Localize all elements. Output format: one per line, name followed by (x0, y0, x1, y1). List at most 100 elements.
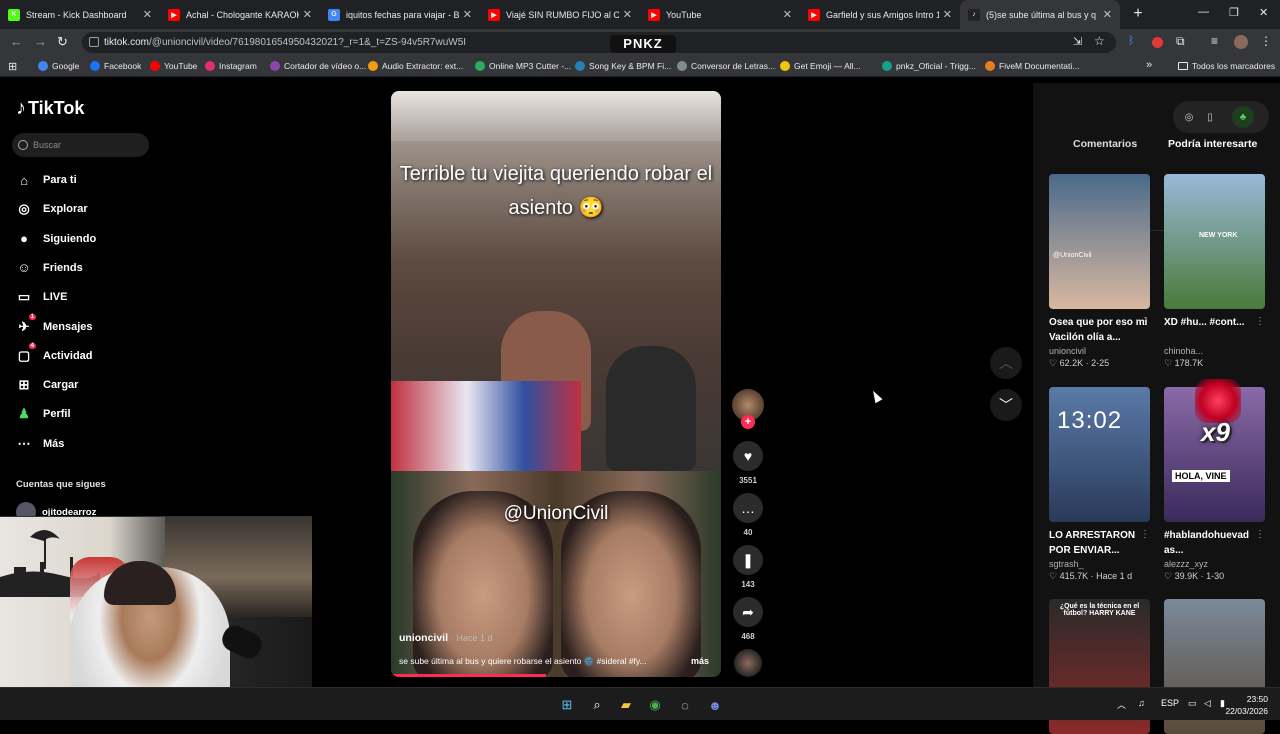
user-avatar-icon[interactable]: ♣ (1232, 106, 1254, 128)
minimize-icon[interactable]: — (1198, 6, 1209, 18)
battery-icon[interactable]: ▮ (1220, 698, 1225, 709)
share-icon[interactable]: ➦ (733, 597, 763, 627)
bookmark-item[interactable]: YouTube (150, 61, 197, 71)
video-thumbnail[interactable]: 13:02 (1049, 387, 1150, 522)
tab-close-icon[interactable]: ✕ (303, 8, 312, 21)
browser-menu-icon[interactable]: ⋮ (1260, 34, 1272, 48)
browser-tab[interactable]: ▶ YouTube ✕ (640, 0, 800, 29)
phone-icon[interactable]: ▯ (1200, 107, 1220, 127)
windows-start-icon[interactable]: ⊞ (558, 696, 576, 714)
tab-close-icon[interactable]: ✕ (1103, 8, 1112, 21)
nav-item-mensajes[interactable]: ✈ 1 Mensajes (16, 313, 93, 338)
new-tab-button[interactable]: + (1126, 2, 1150, 26)
video-author-name[interactable]: unioncivil (399, 632, 448, 644)
comment-action[interactable]: … 40 (733, 493, 763, 537)
card-menu-icon[interactable]: ⋮ (1140, 529, 1150, 540)
bookmarks-overflow-icon[interactable]: » (1146, 59, 1152, 71)
save-action[interactable]: ❚ 143 (733, 545, 763, 589)
sound-disc-icon[interactable] (734, 649, 762, 677)
extensions-icon[interactable]: ⧉ (1176, 34, 1185, 49)
nav-item-ms[interactable]: ⋯ Más (16, 433, 65, 455)
tray-overflow-icon[interactable]: ︿ (1117, 698, 1126, 711)
nav-item-actividad[interactable]: ▢ 4 Actividad (16, 342, 93, 367)
obs-icon[interactable]: ◌ (676, 696, 694, 714)
video-author[interactable]: unioncivil · Hace 1 d (399, 632, 492, 644)
media-controls-icon[interactable]: ≡ (1211, 34, 1218, 48)
maximize-icon[interactable]: ❐ (1229, 6, 1239, 19)
reload-icon[interactable]: ↻ (57, 34, 68, 50)
nav-item-explorar[interactable]: ◎ Explorar (16, 198, 87, 220)
site-info-icon[interactable] (89, 37, 99, 47)
bookmark-item[interactable]: Get Emoji — All... (780, 61, 861, 71)
tab-close-icon[interactable]: ✕ (943, 8, 952, 21)
bookmark-item[interactable]: Instagram (205, 61, 257, 71)
install-app-icon[interactable]: ⇲ (1073, 35, 1082, 48)
bookmark-item[interactable]: Facebook (90, 61, 141, 71)
extension-bluetooth-icon[interactable]: ᛒ (1128, 35, 1135, 47)
bookmark-item[interactable]: FiveM Documentati... (985, 61, 1079, 71)
browser-tab[interactable]: K Stream - Kick Dashboard ✕ (0, 0, 160, 29)
chrome-icon[interactable]: ◉ (646, 696, 664, 714)
share-action[interactable]: ➦ 468 (733, 597, 763, 641)
forward-icon[interactable]: → (34, 34, 47, 49)
nav-item-para-ti[interactable]: ⌂ Para ti (16, 169, 77, 191)
tiktok-logo[interactable]: ♪ TikTok (16, 97, 84, 120)
recommended-video-card[interactable]: @UnionCivil Osea que por eso mi Vacilón o… (1049, 174, 1150, 369)
bookmark-item[interactable]: Online MP3 Cutter -... (475, 61, 571, 71)
follow-plus-button[interactable]: + (741, 415, 755, 429)
extension-record-icon[interactable] (1152, 37, 1163, 48)
volume-icon[interactable]: ◁ (1204, 698, 1211, 709)
all-bookmarks-folder[interactable]: Todos los marcadores (1178, 61, 1275, 71)
file-explorer-icon[interactable]: ▰ (617, 696, 635, 714)
browser-tab[interactable]: ▶ Viajé SIN RUMBO FIJO al Cora ✕ (480, 0, 640, 29)
tab-close-icon[interactable]: ✕ (783, 8, 792, 21)
browser-tab[interactable]: ▶ Achal - Chologante KARAOKE (✕ (160, 0, 320, 29)
video-author[interactable]: chinoha... (1164, 346, 1265, 356)
video-thumbnail[interactable]: NEW YORK (1164, 174, 1265, 309)
bookmark-item[interactable]: Google (38, 61, 79, 71)
network-icon[interactable]: ▭ (1188, 698, 1197, 709)
description-more-link[interactable]: más (691, 656, 709, 666)
heart-icon[interactable]: ♥ (733, 441, 763, 471)
nav-item-friends[interactable]: ☺ Friends (16, 257, 82, 279)
profile-avatar[interactable] (1234, 35, 1248, 49)
video-thumbnail[interactable]: @UnionCivil (1049, 174, 1150, 309)
comment-icon[interactable]: … (733, 493, 763, 523)
bookmark-item[interactable]: pnkz_Oficial - Trigg... (882, 61, 976, 71)
nav-item-perfil[interactable]: ♟ Perfil (16, 403, 70, 425)
card-menu-icon[interactable]: ⋮ (1255, 529, 1265, 540)
browser-tab[interactable]: Giquitos fechas para viajar - Bus ✕ (320, 0, 480, 29)
system-clock[interactable]: 23:50 22/03/2026 (1225, 693, 1268, 717)
bookmark-item[interactable]: Cortador de vídeo o... (270, 61, 366, 71)
nav-item-live[interactable]: ▭ LIVE (16, 286, 68, 308)
language-indicator[interactable]: ESP (1161, 698, 1179, 708)
discord-icon[interactable]: ☻ (706, 696, 724, 714)
tab-close-icon[interactable]: ✕ (143, 8, 152, 21)
search-input[interactable]: Buscar (12, 133, 149, 157)
nav-item-cargar[interactable]: ⊞ Cargar (16, 374, 79, 396)
bookmark-item[interactable]: Conversor de Letras... (677, 61, 775, 71)
video-author[interactable]: unioncivil (1049, 346, 1150, 356)
next-video-button[interactable]: ﹀ (990, 389, 1022, 421)
video-author[interactable]: sgtrash_ (1049, 559, 1150, 569)
tab-suggested[interactable]: Podría interesarte (1168, 138, 1257, 150)
address-bar[interactable]: tiktok.com/@unioncivil/video/76198016549… (82, 32, 1116, 53)
close-window-icon[interactable]: ✕ (1259, 6, 1268, 19)
video-progress-bar[interactable] (391, 674, 547, 677)
browser-tab[interactable]: ▶ Garfield y sus Amigos Intro 1 "/ ✕ (800, 0, 960, 29)
bookmark-star-icon[interactable]: ☆ (1094, 34, 1105, 48)
previous-video-button[interactable]: ︿ (990, 347, 1022, 379)
microphone-tray-icon[interactable]: ♫ (1138, 698, 1145, 708)
recommended-video-card[interactable]: 13:02 LO ARRESTARON POR ENVIAR... sgtrash_… (1049, 387, 1150, 582)
tab-close-icon[interactable]: ✕ (463, 8, 472, 21)
recommended-video-card[interactable]: NEW YORK XD #hu... #cont... chinoha... ♡ 17… (1164, 174, 1265, 369)
apps-grid-icon[interactable]: ⊞ (8, 60, 17, 73)
nav-item-siguiendo[interactable]: ● Siguiendo (16, 228, 96, 250)
compass-small-icon[interactable]: ◎ (1179, 107, 1199, 127)
back-icon[interactable]: ← (10, 34, 23, 49)
tab-comments[interactable]: Comentarios (1073, 138, 1137, 150)
bookmark-item[interactable]: Audio Extractor: ext... (368, 61, 463, 71)
video-author[interactable]: alezzz_xyz (1164, 559, 1265, 569)
video-player[interactable]: Terrible tu viejita queriendo robar el a… (391, 91, 721, 677)
bookmark-icon[interactable]: ❚ (733, 545, 763, 575)
